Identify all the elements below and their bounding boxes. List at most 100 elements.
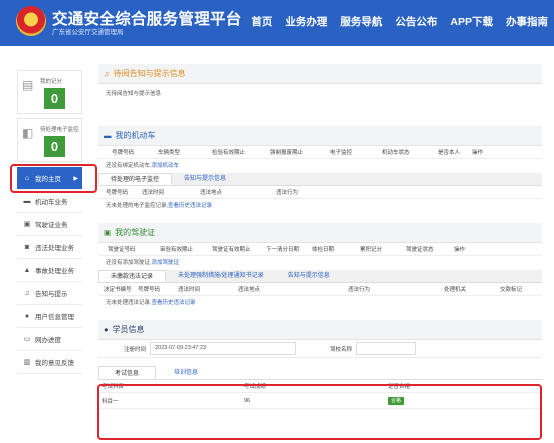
sidebar-menu: ⌂ 我的主页 ▶ ▬ 机动车业务 ▣ 驾驶证业务 ◙ 违法处理业务 ▲ 事故处理… xyxy=(17,167,82,374)
reg-time-label: 注册时间 xyxy=(123,346,146,353)
points-value: 0 xyxy=(44,88,65,109)
top-nav: 首页 业务办理 服务导航 公告公布 APP下载 办事指南 xyxy=(251,14,548,29)
add-license-link[interactable]: 添加驾驶证 xyxy=(152,260,180,266)
license-section-head: ▣ 我的驾驶证 xyxy=(98,223,542,243)
nav-handling-guide[interactable]: 办事指南 xyxy=(506,14,548,29)
user-icon: ● xyxy=(24,312,30,320)
sidebar-item-label: 事故处理业务 xyxy=(35,268,74,275)
tab-training-info[interactable]: 培训信息 xyxy=(156,366,216,379)
nav-home[interactable]: 首页 xyxy=(251,14,272,29)
student-tabs: 考试信息 培训信息 xyxy=(98,366,542,380)
camera-icon: ◧ xyxy=(22,126,34,140)
sidebar-item-license[interactable]: ▣ 驾驶证业务 xyxy=(17,213,82,236)
feedback-icon: ▥ xyxy=(23,359,31,366)
column-header: 强制报废期止 xyxy=(270,150,304,156)
student-section-head: ● 学员信息 xyxy=(98,320,542,340)
nav-business[interactable]: 业务办理 xyxy=(285,14,327,29)
camera-empty-text: 无未处理的电子监控记录, xyxy=(106,203,169,209)
school-name-value xyxy=(356,342,416,355)
progress-icon: ▭ xyxy=(23,336,31,343)
camera-history-link[interactable]: 查看历史违法记录 xyxy=(168,203,212,209)
license-empty-row: 还没有添加驾驶证,添加驾驶证 xyxy=(98,256,542,270)
points-card[interactable]: ▤ 我的记分 0 xyxy=(17,70,82,114)
sidebar-item-notice[interactable]: ♫ 告知与提示 xyxy=(17,282,82,305)
vehicle-title: 我的机动车 xyxy=(115,131,156,140)
sidebar-item-user-info[interactable]: ● 用户信息管理 xyxy=(17,305,82,328)
column-header: 违法时间 xyxy=(178,287,201,293)
reg-time-value: 2023-07-09 23:47:23 xyxy=(150,342,296,355)
sidebar-item-violation[interactable]: ◙ 违法处理业务 xyxy=(17,236,82,259)
column-header: 检验有效期止 xyxy=(212,150,246,156)
points-label: 我的记分 xyxy=(40,79,63,85)
violation-table-header: 决定书编号 号牌号码 违法时间 违法地点 违法行为 处理机关 交款标记 xyxy=(98,283,542,296)
sidebar-item-accident[interactable]: ▲ 事故处理业务 xyxy=(17,259,82,282)
tab-vehicle-notice[interactable]: 告知与提示信息 xyxy=(172,173,238,185)
sidebar-item-progress[interactable]: ▭ 网办进度 xyxy=(17,328,82,351)
column-header: 驾驶证号码 xyxy=(108,247,136,253)
column-header: 号牌号码 xyxy=(112,150,135,156)
column-header: 操作 xyxy=(454,247,466,253)
car-icon: ▬ xyxy=(23,197,31,205)
nav-app-download[interactable]: APP下载 xyxy=(450,14,493,29)
column-header: 累积记分 xyxy=(360,247,383,253)
vehicle-empty-text: 还没有绑定机动车, xyxy=(106,163,152,169)
site-subtitle: 广东省公安厅交通管理局 xyxy=(52,29,124,36)
sidebar-item-label: 网办进度 xyxy=(35,337,61,344)
nav-service-guide[interactable]: 服务导航 xyxy=(340,14,382,29)
camera-card[interactable]: ◧ 待处理电子监控 0 xyxy=(17,118,82,162)
column-header: 机动车状态 xyxy=(382,150,410,156)
license-table-header: 驾驶证号码 审验有效期止 驾驶证有效期止 下一清分日期 体检日期 累积记分 驾驶… xyxy=(98,243,542,256)
violation-empty-text: 无未处理违法记录, xyxy=(106,300,152,306)
warning-icon: ▲ xyxy=(23,266,31,274)
column-header: 审验有效期止 xyxy=(160,247,194,253)
column-header: 操作 xyxy=(472,150,484,156)
student-title: 学员信息 xyxy=(112,325,145,334)
highlight-box-exam xyxy=(97,384,542,440)
car-icon: ▬ xyxy=(104,131,112,140)
notice-section-head: ♫ 待阅告知与提示信息 xyxy=(98,64,542,84)
bell-icon: ♫ xyxy=(104,69,110,78)
sidebar-item-vehicle[interactable]: ▬ 机动车业务 xyxy=(17,190,82,213)
site-header: 交通安全综合服务管理平台 广东省公安厅交通管理局 首页 业务办理 服务导航 公告… xyxy=(0,0,554,46)
police-emblem-logo xyxy=(16,6,46,36)
tab-unpaid-violations[interactable]: 未缴款违法记录 xyxy=(98,270,167,282)
sidebar-item-label: 驾驶证业务 xyxy=(35,222,68,229)
add-vehicle-link[interactable]: 添加机动车 xyxy=(152,163,180,169)
column-header: 交款标记 xyxy=(500,287,523,293)
document-icon: ▤ xyxy=(22,78,34,92)
column-header: 电子监控 xyxy=(330,150,353,156)
column-header: 违法地点 xyxy=(200,190,223,196)
tab-exam-info[interactable]: 考试信息 xyxy=(98,366,157,379)
sidebar-item-label: 违法处理业务 xyxy=(35,245,74,252)
tab-license-notice[interactable]: 告知与提示信息 xyxy=(276,270,342,282)
column-header: 决定书编号 xyxy=(104,287,132,293)
camera-label: 待处理电子监控 xyxy=(40,127,79,133)
camera-table-header: 号牌号码 违法时间 违法地点 违法行为 xyxy=(98,186,542,199)
vehicle-section-head: ▬ 我的机动车 xyxy=(98,126,542,146)
sidebar-item-label: 机动车业务 xyxy=(35,199,68,206)
nav-announcements[interactable]: 公告公布 xyxy=(395,14,437,29)
main-content: ♫ 待阅告知与提示信息 无待阅告知与提示信息 ▬ 我的机动车 号牌号码 车辆类型… xyxy=(98,64,542,409)
highlight-box-sidebar xyxy=(10,164,97,193)
sidebar-item-feedback[interactable]: ▥ 我的意见反馈 xyxy=(17,351,82,374)
column-header: 号牌号码 xyxy=(138,287,161,293)
column-header: 驾驶证有效期止 xyxy=(212,247,251,253)
column-header: 是否本人 xyxy=(438,150,461,156)
violation-history-link[interactable]: 查看历史违法记录 xyxy=(152,300,196,306)
column-header: 体检日期 xyxy=(312,247,335,253)
sidebar-item-label: 告知与提示 xyxy=(35,291,68,298)
column-header: 驾驶证状态 xyxy=(406,247,434,253)
column-header: 违法时间 xyxy=(142,190,165,196)
tab-enforcement-records[interactable]: 未处理强制措施/处理通知书记录 xyxy=(166,270,276,282)
sidebar-item-label: 用户信息管理 xyxy=(35,314,74,321)
license-tabs: 未缴款违法记录 未处理强制措施/处理通知书记录 告知与提示信息 xyxy=(98,270,542,283)
sidebar-item-label: 我的意见反馈 xyxy=(35,360,74,367)
vehicle-tabs: 待处理的电子监控 告知与提示信息 xyxy=(98,173,542,186)
license-title: 我的驾驶证 xyxy=(115,228,156,237)
camera-empty-row: 无未处理的电子监控记录,查看历史违法记录 xyxy=(98,199,542,213)
column-header: 违法行为 xyxy=(348,287,371,293)
column-header: 下一清分日期 xyxy=(266,247,300,253)
bell-icon: ♫ xyxy=(24,289,30,297)
user-icon: ● xyxy=(104,325,109,334)
tab-pending-camera[interactable]: 待处理的电子监控 xyxy=(98,173,173,185)
